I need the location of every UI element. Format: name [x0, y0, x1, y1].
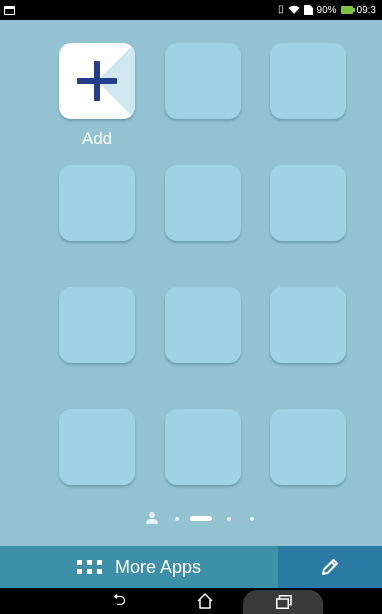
grid-icon [76, 560, 103, 574]
more-apps-button[interactable]: More Apps [0, 546, 278, 588]
person-head [149, 512, 155, 518]
empty-app-slot[interactable] [165, 43, 241, 119]
page-indicator[interactable] [0, 510, 382, 526]
home-icon[interactable] [196, 592, 214, 610]
empty-app-slot[interactable] [59, 287, 135, 363]
more-apps-label: More Apps [114, 556, 202, 577]
empty-app-slot[interactable] [270, 409, 346, 485]
status-right: ▯ 90% 09:3 [278, 5, 376, 16]
notification-icon [4, 5, 15, 15]
person-page-icon[interactable] [146, 512, 158, 524]
back-icon[interactable]: ⮌ [113, 593, 126, 609]
wifi-icon [288, 5, 300, 14]
empty-app-slot[interactable] [165, 165, 241, 241]
page-dot[interactable] [175, 517, 179, 521]
clock: 09:3 [356, 4, 376, 16]
sim-icon [303, 5, 313, 15]
add-label: Add [81, 129, 113, 148]
battery-icon [340, 6, 355, 14]
empty-app-slot[interactable] [165, 409, 241, 485]
status-left [4, 5, 15, 15]
vibrate-icon: ▯ [278, 4, 284, 15]
edit-button[interactable] [278, 546, 382, 588]
home-screen: Add [0, 20, 382, 546]
empty-app-slot[interactable] [270, 43, 346, 119]
recent-apps-icon[interactable] [276, 595, 292, 609]
navigation-bar: ⮌ [0, 588, 382, 614]
empty-app-slot[interactable] [165, 287, 241, 363]
status-bar: ▯ 90% 09:3 [0, 0, 382, 20]
pencil-icon [322, 559, 338, 575]
empty-app-slot[interactable] [270, 287, 346, 363]
add-tile[interactable] [59, 43, 135, 119]
battery-percent: 90% [316, 4, 337, 16]
plus-icon-bar [77, 78, 117, 84]
current-page-indicator[interactable] [190, 516, 212, 521]
bottom-bar: More Apps [0, 546, 382, 588]
empty-app-slot[interactable] [59, 409, 135, 485]
empty-app-slot[interactable] [59, 165, 135, 241]
page-dot[interactable] [227, 517, 231, 521]
page-dot[interactable] [250, 517, 254, 521]
empty-app-slot[interactable] [270, 165, 346, 241]
person-body [146, 519, 158, 524]
